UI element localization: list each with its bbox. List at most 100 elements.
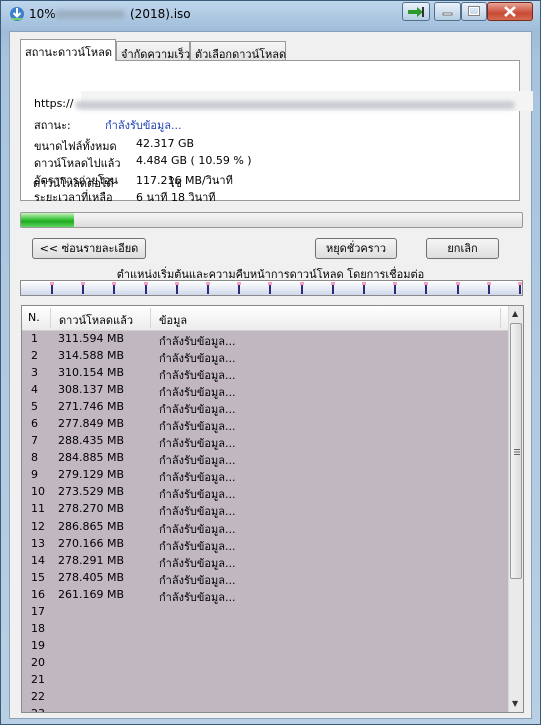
total-size-label: ขนาดไฟล์ทั้งหมด: [34, 140, 117, 153]
column-header-downloaded[interactable]: ดาวน์โหลดแล้ว: [59, 311, 133, 329]
row-number: 4: [31, 383, 38, 397]
row-downloaded: 277.849 MB: [58, 417, 125, 431]
list-rows: 1 311.594 MB กำลังรับข้อมูล... 2 314.588 MB ก…: [22, 330, 508, 712]
tab-speed-limit[interactable]: จำกัดความเร็ว: [116, 41, 190, 61]
cancel-button[interactable]: ยกเลิก: [426, 238, 499, 259]
list-item[interactable]: 10 273.529 MB กำลังรับข้อมูล...: [22, 483, 508, 501]
list-item[interactable]: 13 270.166 MB กำลังรับข้อมูล...: [22, 535, 508, 553]
maximize-icon: [468, 6, 480, 16]
connections-list[interactable]: N. ดาวน์โหลดแล้ว ข้อมูล 1 311.594 MB กำลัง…: [21, 305, 524, 713]
list-item[interactable]: 3 310.154 MB กำลังรับข้อมูล...: [22, 364, 508, 382]
connection-progress-tick: [112, 282, 117, 285]
tab-download-options[interactable]: ตัวเลือกดาวน์โหลด: [190, 41, 286, 61]
row-downloaded: 310.154 MB: [58, 366, 125, 380]
list-item[interactable]: 11 278.270 MB กำลังรับข้อมูล...: [22, 500, 508, 518]
list-item[interactable]: 8 284.885 MB กำลังรับข้อมูล...: [22, 449, 508, 467]
row-number: 15: [31, 570, 45, 584]
connection-progress-tick: [299, 282, 304, 285]
row-number: 1: [31, 332, 38, 345]
list-item[interactable]: 20: [22, 654, 508, 671]
list-item[interactable]: 5 271.746 MB กำลังรับข้อมูล...: [22, 398, 508, 416]
close-button[interactable]: [487, 2, 533, 21]
list-item[interactable]: 16 261.169 MB กำลังรับข้อมูล...: [22, 586, 508, 604]
connection-progress-tick: [174, 282, 179, 285]
close-icon: [504, 6, 516, 17]
hide-details-button[interactable]: << ซ่อนรายละเอียด: [32, 238, 146, 259]
title-redacted: [55, 10, 125, 19]
list-item[interactable]: 4 308.137 MB กำลังรับข้อมูล...: [22, 381, 508, 399]
speed-limiter-button[interactable]: [402, 2, 430, 21]
connection-progress-tick: [268, 282, 273, 285]
row-downloaded: 279.129 MB: [58, 468, 125, 482]
url-redacted: [75, 101, 515, 109]
row-number: 6: [31, 417, 38, 431]
tab-download-status[interactable]: สถานะดาวน์โหลด: [20, 39, 116, 61]
title-bar[interactable]: 10% (2018).iso: [1, 1, 540, 29]
connection-progress-tick: [50, 282, 54, 285]
pause-button[interactable]: หยุดชั่วคราว: [315, 238, 397, 259]
list-item[interactable]: 17: [22, 603, 508, 620]
list-item[interactable]: 22: [22, 688, 508, 705]
green-arrow-icon: [408, 7, 424, 17]
connection-progress-tick: [455, 282, 460, 285]
column-divider[interactable]: [150, 308, 151, 328]
column-header-number[interactable]: N.: [28, 311, 40, 324]
list-item[interactable]: 18: [22, 620, 508, 637]
row-number: 7: [31, 434, 38, 448]
connection-progress-tick: [206, 282, 210, 285]
minimize-button[interactable]: [434, 2, 461, 21]
row-downloaded: 270.166 MB: [58, 536, 125, 550]
download-app-icon: [10, 7, 24, 21]
list-item[interactable]: 6 277.849 MB กำลังรับข้อมูล...: [22, 415, 508, 433]
row-number: 12: [31, 519, 45, 533]
list-item[interactable]: 19: [22, 637, 508, 654]
connection-progress-tick: [424, 282, 429, 285]
scroll-grip-icon: [514, 449, 520, 455]
resume-capability-value: ใช่: [169, 177, 182, 190]
scroll-thumb[interactable]: [510, 323, 522, 579]
row-downloaded: 273.529 MB: [58, 485, 125, 499]
scroll-up-icon[interactable]: ▲: [512, 309, 518, 318]
list-item[interactable]: 12 286.865 MB กำลังรับข้อมูล...: [22, 518, 508, 536]
list-item[interactable]: 21: [22, 671, 508, 688]
column-divider[interactable]: [500, 308, 501, 328]
row-downloaded: 314.588 MB: [58, 349, 125, 363]
row-downloaded: 278.405 MB: [58, 570, 125, 584]
column-header-info[interactable]: ข้อมูล: [159, 311, 187, 329]
maximize-button[interactable]: [461, 2, 487, 21]
transfer-rate-value: 117.216 MB/วินาที: [136, 174, 233, 187]
row-downloaded: 284.885 MB: [58, 451, 125, 465]
list-item[interactable]: 9 279.129 MB กำลังรับข้อมูล...: [22, 466, 508, 484]
status-label: สถานะ:: [34, 119, 71, 132]
list-item[interactable]: 2 314.588 MB กำลังรับข้อมูล...: [22, 347, 508, 365]
window-title-percent: 10%: [29, 7, 56, 21]
row-downloaded: 278.291 MB: [58, 553, 125, 567]
row-number: 19: [31, 638, 45, 652]
row-number: 11: [31, 502, 45, 516]
progress-fill: [21, 213, 75, 227]
tab-label: สถานะดาวน์โหลด: [25, 46, 113, 59]
window-title-filename: (2018).iso: [130, 7, 191, 21]
scroll-down-icon[interactable]: ▼: [512, 699, 518, 708]
row-number: 21: [31, 672, 45, 686]
row-number: 3: [31, 366, 38, 380]
connection-progress-tick: [330, 282, 335, 285]
minimize-icon: [442, 12, 453, 16]
download-window: 10% (2018).iso สถานะดาวน์โหลด จำกัดความเ…: [0, 0, 541, 725]
status-value: กำลังรับข้อมูล...: [105, 119, 182, 132]
column-divider[interactable]: [50, 308, 51, 328]
list-item[interactable]: 15 278.405 MB กำลังรับข้อมูล...: [22, 569, 508, 587]
connection-progress-tick: [518, 282, 522, 285]
url-prefix: https://: [34, 97, 74, 110]
list-item[interactable]: 23: [22, 705, 508, 712]
row-number: 22: [31, 689, 45, 703]
list-item[interactable]: 7 288.435 MB กำลังรับข้อมูล...: [22, 432, 508, 450]
connection-progress-tick: [81, 282, 86, 285]
connection-progress-tick: [237, 282, 242, 285]
connections-progress-bar: [20, 280, 523, 296]
list-item[interactable]: 1 311.594 MB กำลังรับข้อมูล...: [22, 330, 508, 348]
list-item[interactable]: 14 278.291 MB กำลังรับข้อมูล...: [22, 552, 508, 570]
row-number: 2: [31, 349, 38, 363]
vertical-scrollbar[interactable]: ▲ ▼: [508, 306, 523, 712]
connection-progress-tick: [393, 282, 398, 285]
